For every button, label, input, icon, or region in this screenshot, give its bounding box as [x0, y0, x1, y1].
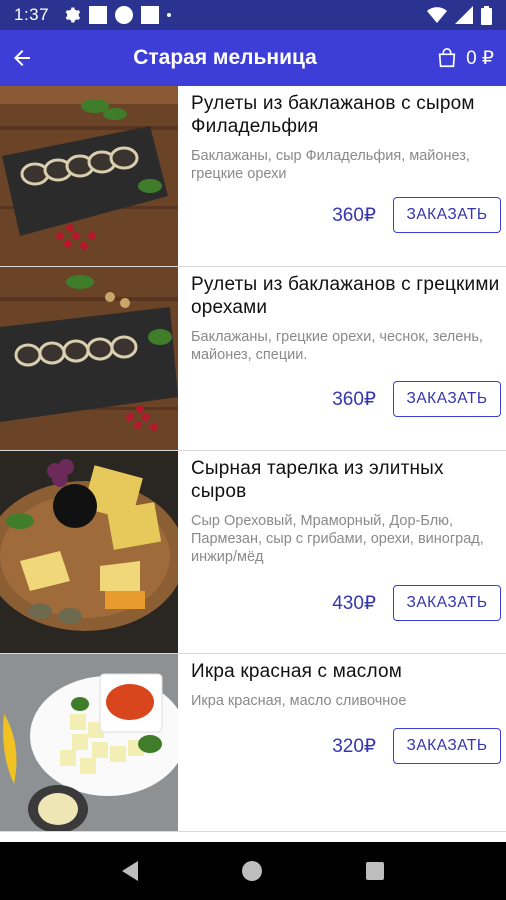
back-button[interactable]	[0, 30, 44, 86]
list-item[interactable]: Сырная тарелка из элитных сыров Сыр Орех…	[0, 451, 506, 654]
item-info: Сырная тарелка из элитных сыров Сыр Орех…	[178, 451, 506, 653]
item-info: Икра красная с маслом Икра красная, масл…	[178, 654, 506, 831]
order-button[interactable]: ЗАКАЗАТЬ	[393, 381, 501, 417]
notification-square-icon-2	[141, 6, 160, 24]
item-price: 360₽	[332, 388, 376, 410]
nav-recents-icon[interactable]	[366, 862, 384, 880]
item-price: 430₽	[332, 592, 376, 614]
list-item[interactable]: Рулеты из баклажанов с сыром Филадельфия…	[0, 86, 506, 267]
notification-square-icon	[89, 6, 108, 24]
order-button[interactable]: ЗАКАЗАТЬ	[393, 197, 501, 233]
item-price: 360₽	[332, 204, 376, 226]
menu-list[interactable]: Рулеты из баклажанов с сыром Филадельфия…	[0, 86, 506, 842]
system-nav-bar	[0, 842, 506, 900]
shopping-bag-icon	[438, 48, 456, 68]
arrow-left-icon	[14, 50, 30, 66]
item-info: Рулеты из баклажанов с грецкими орехами …	[178, 267, 506, 450]
item-description: Баклажаны, грецкие орехи, чеснок, зелень…	[191, 329, 483, 363]
notification-circle-icon	[115, 6, 134, 24]
price-row: 360₽ ЗАКАЗАТЬ	[332, 381, 501, 417]
item-name: Икра красная с маслом	[191, 661, 402, 682]
nav-back-icon[interactable]	[122, 861, 138, 881]
app-bar: Старая мельница 0 ₽	[0, 30, 506, 86]
price-row: 360₽ ЗАКАЗАТЬ	[332, 197, 501, 233]
signal-icon	[455, 6, 473, 24]
item-info: Рулеты из баклажанов с сыром Филадельфия…	[178, 86, 506, 266]
item-description: Баклажаны, сыр Филадельфия, майонез, гре…	[191, 148, 470, 182]
item-name: Сырная тарелка из элитных сыров	[191, 458, 444, 502]
item-name: Рулеты из баклажанов с грецкими орехами	[191, 274, 500, 318]
price-row: 320₽ ЗАКАЗАТЬ	[332, 728, 501, 764]
page-title: Старая мельница	[133, 46, 317, 69]
nav-home-icon[interactable]	[242, 861, 262, 881]
dish-photo	[0, 267, 178, 450]
list-item[interactable]: Рулеты из баклажанов с грецкими орехами …	[0, 267, 506, 451]
cart-button[interactable]: 0 ₽	[436, 47, 506, 70]
cart-total: 0 ₽	[466, 47, 494, 69]
status-time: 1:37	[14, 5, 50, 24]
list-item[interactable]: Икра красная с маслом Икра красная, масл…	[0, 654, 506, 832]
settings-icon	[65, 7, 81, 23]
dish-photo	[0, 451, 178, 653]
notification-icons	[63, 6, 172, 24]
more-notifications-icon	[167, 13, 172, 17]
order-button[interactable]: ЗАКАЗАТЬ	[393, 728, 501, 764]
item-description: Сыр Ореховый, Мраморный, Дор-Блю, Пармез…	[191, 513, 484, 565]
item-description: Икра красная, масло сливочное	[191, 693, 407, 709]
dish-photo	[0, 654, 178, 831]
price-row: 430₽ ЗАКАЗАТЬ	[332, 585, 501, 621]
item-price: 320₽	[332, 735, 376, 757]
system-icons	[427, 5, 492, 25]
order-button[interactable]: ЗАКАЗАТЬ	[393, 585, 501, 621]
dish-photo	[0, 86, 178, 266]
wifi-icon	[427, 7, 447, 23]
status-bar: 1:37	[0, 0, 506, 30]
battery-icon	[481, 5, 492, 25]
item-name: Рулеты из баклажанов с сыром Филадельфия	[191, 93, 475, 137]
